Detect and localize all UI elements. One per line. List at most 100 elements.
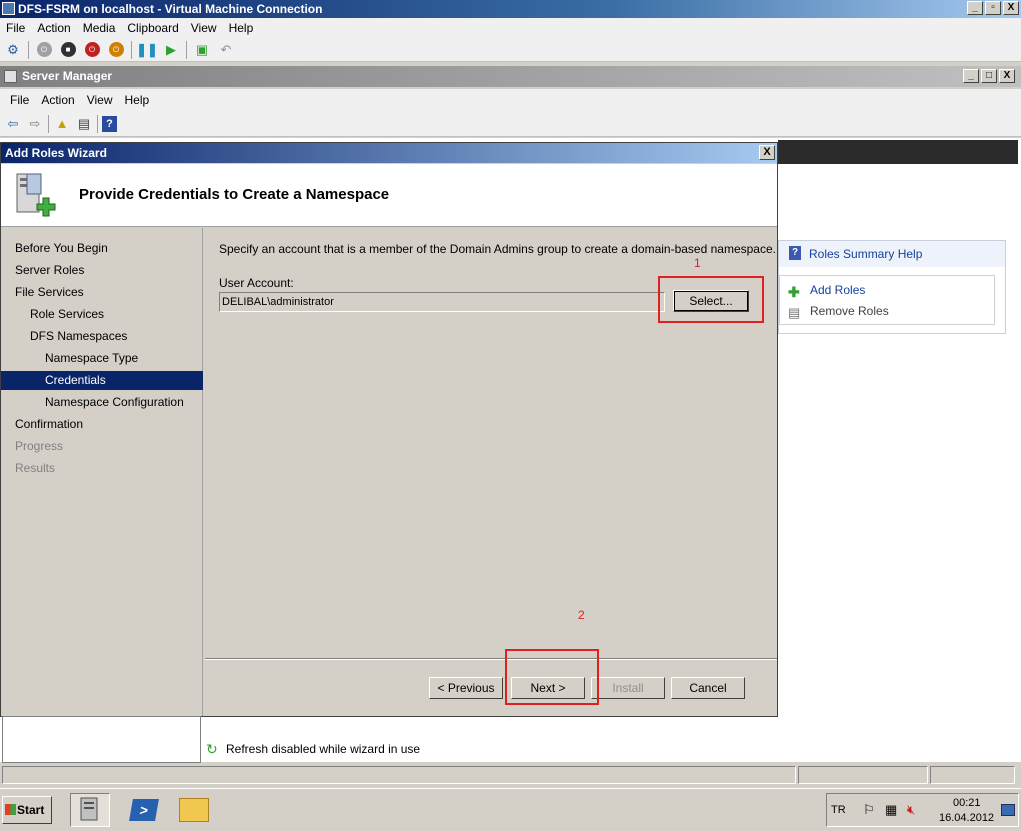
wizard-step-item[interactable]: Before You Begin [1,239,203,258]
wizard-close-button[interactable]: X [759,145,775,160]
resume-icon[interactable]: ▶ [162,41,180,59]
start-vm-icon[interactable]: ⏻ [35,41,53,59]
annotation-number-2: 2 [578,608,585,622]
wizard-step-item[interactable]: Progress [1,437,203,456]
help-icon[interactable]: ? [102,115,117,132]
vm-menu-media[interactable]: Media [77,21,122,35]
wizard-step-item[interactable]: Server Roles [1,261,203,280]
vm-minimize-button[interactable]: _ [967,1,983,15]
wizard-step-item[interactable]: Credentials [1,371,203,390]
roles-header-strip [778,140,1018,164]
vm-title-bar: DFS-FSRM on localhost - Virtual Machine … [0,0,1021,18]
network-icon[interactable]: ▦ [885,802,897,818]
wizard-step-item[interactable]: Confirmation [1,415,203,434]
forward-arrow-icon[interactable]: ⇨ [26,115,44,133]
vm-toolbar: ⚙ ⏻ ■ ⏻ ⏻ ❚❚ ▶ ▣ ↶ [0,38,1021,62]
taskbar-server-manager-icon[interactable] [70,793,110,827]
up-folder-icon[interactable]: ▲ [53,115,71,133]
clock-date[interactable]: 16.04.2012 [939,812,994,824]
server-manager-menu-bar: File Action View Help [0,89,1021,111]
turn-off-icon[interactable]: ■ [59,41,77,59]
cancel-button[interactable]: Cancel [671,677,745,699]
taskbar-powershell-icon[interactable]: > [124,793,164,827]
toolbar-separator [28,40,29,59]
language-indicator[interactable]: TR [831,804,846,816]
revert-icon[interactable]: ↶ [217,41,235,59]
sm-menu-help[interactable]: Help [119,93,156,107]
annotation-number-1: 1 [694,256,701,270]
start-button[interactable]: Start [2,796,52,824]
remove-roles-icon: ▤ [788,305,801,320]
roles-actions-panel: ? Roles Summary Help ✚ Add Roles ▤ Remov… [778,240,1006,334]
credentials-description: Specify an account that is a member of t… [219,242,776,256]
sm-menu-view[interactable]: View [81,93,119,107]
sm-minimize-button[interactable]: _ [963,69,979,83]
show-desktop-icon[interactable] [1001,804,1015,816]
vm-title: DFS-FSRM on localhost - Virtual Machine … [18,2,323,16]
add-roles-icon: ✚ [788,284,800,300]
wizard-title: Add Roles Wizard [5,146,107,160]
pause-icon[interactable]: ❚❚ [136,41,158,59]
vm-menu-action[interactable]: Action [31,21,76,35]
vm-menu-view[interactable]: View [185,21,223,35]
vm-close-button[interactable]: X [1003,1,1019,15]
wizard-step-item[interactable]: Namespace Type [1,349,203,368]
vm-restore-button[interactable]: ▫ [985,1,1001,15]
install-button[interactable]: Install [591,677,665,699]
sm-maximize-button[interactable]: □ [981,69,997,83]
wizard-step-item[interactable]: DFS Namespaces [1,327,203,346]
ctrl-alt-del-icon[interactable]: ⚙ [4,41,22,59]
clock-time[interactable]: 00:21 [953,797,981,809]
toolbar-separator [48,114,49,133]
vm-menu-help[interactable]: Help [223,21,260,35]
wizard-step-item[interactable]: Results [1,459,203,478]
add-roles-label: Add Roles [810,283,866,297]
add-roles-wizard-dialog: Add Roles Wizard X Provide Credentials t… [0,142,778,717]
shut-down-icon[interactable]: ⏻ [83,41,101,59]
wizard-step-item[interactable]: File Services [1,283,203,302]
sm-menu-file[interactable]: File [4,93,35,107]
refresh-icon: ↻ [206,741,218,757]
wizard-step-item[interactable]: Role Services [1,305,203,324]
start-label: Start [17,803,45,817]
taskbar-explorer-icon[interactable] [174,793,214,827]
wizard-steps-nav: Before You Begin Server Roles File Service… [1,228,203,716]
help-book-icon: ? [789,246,801,260]
vm-menu-bar: File Action Media Clipboard View Help [0,18,1021,38]
status-pane-main [2,766,796,784]
save-state-icon[interactable]: ⏻ [107,41,125,59]
wizard-step-item[interactable]: Namespace Configuration [1,393,203,412]
console-tree-area [2,716,201,763]
previous-button[interactable]: < Previous [429,677,503,699]
status-bar [0,764,1021,786]
annotation-box-select [658,276,764,323]
toolbar-separator [97,114,98,133]
remove-roles-link[interactable]: ▤ Remove Roles [788,301,889,321]
show-hide-tree-icon[interactable]: ▤ [75,115,93,133]
add-roles-link[interactable]: ✚ Add Roles [788,280,865,300]
server-manager-title-bar: Server Manager _ □ X [0,66,1021,87]
vm-menu-clipboard[interactable]: Clipboard [121,21,184,35]
taskbar: Start > TR ⚐ ▦ 🔇︎ 00:21 16.04.2012 [0,788,1021,831]
sm-menu-action[interactable]: Action [35,93,80,107]
toolbar-separator [186,40,187,59]
snapshot-icon[interactable]: ▣ [193,41,211,59]
roles-summary-help-link[interactable]: ? Roles Summary Help [779,241,1005,267]
server-manager-icon [4,70,17,83]
user-account-field[interactable]: DELIBAL\administrator [219,292,665,312]
volume-muted-icon[interactable]: 🔇︎ [907,802,915,818]
sm-close-button[interactable]: X [999,69,1015,83]
wizard-header: Provide Credentials to Create a Namespac… [1,164,777,227]
refresh-status: ↻ Refresh disabled while wizard in use [204,741,420,757]
roles-summary-help-label: Roles Summary Help [809,247,923,261]
user-account-label: User Account: [219,276,294,290]
back-arrow-icon[interactable]: ⇦ [4,115,22,133]
wizard-page-heading: Provide Credentials to Create a Namespac… [79,186,390,203]
action-center-flag-icon[interactable]: ⚐ [863,802,875,818]
remove-roles-label: Remove Roles [810,304,889,318]
vm-menu-file[interactable]: File [0,21,31,35]
vm-connection-icon [2,2,15,15]
windows-logo-icon [5,804,16,815]
system-tray: TR ⚐ ▦ 🔇︎ 00:21 16.04.2012 [826,793,1019,827]
annotation-box-next [505,649,599,705]
